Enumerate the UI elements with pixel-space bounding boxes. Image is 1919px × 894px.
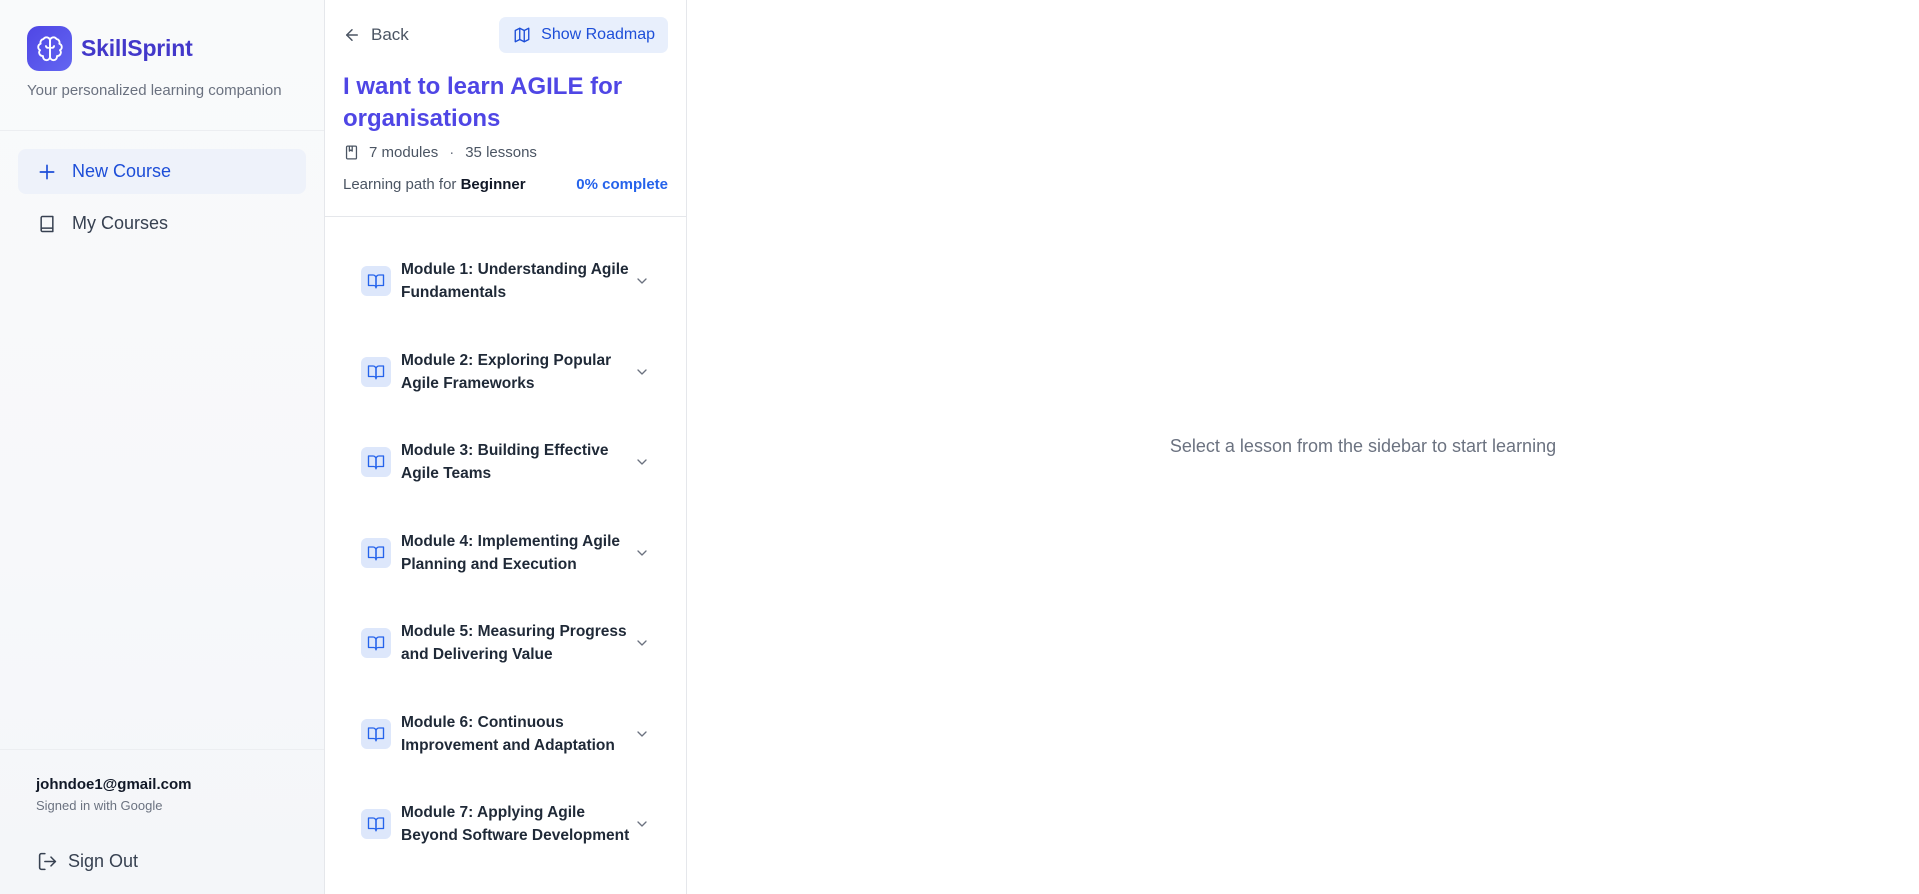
user-email: johndoe1@gmail.com [36,776,192,793]
book-open-icon [361,809,391,840]
nav-item-label: My Courses [72,213,169,233]
chevron-down-icon[interactable] [634,635,650,651]
meta-separator: · [449,144,455,161]
arrow-left-icon [343,26,361,44]
module-item[interactable]: Module 2: Exploring Popular Agile Framew… [325,327,686,418]
module-item[interactable]: Module 6: Continuous Improvement and Ada… [325,689,686,780]
course-header-actions: Back Show Roadmap [343,17,668,53]
book-open-icon [361,356,391,387]
learning-path: Learning path for Beginner [343,176,526,193]
module-title: Module 2: Exploring Popular Agile Framew… [401,351,612,392]
module-item[interactable]: Module 1: Understanding Agile Fundamenta… [325,236,686,327]
book-open-icon [361,266,391,297]
course-sidebar: Back Show Roadmap I want to learn AGILE … [325,0,687,894]
module-item[interactable]: Module 5: Measuring Progress and Deliver… [325,598,686,689]
chevron-down-icon[interactable] [634,726,650,742]
chevron-down-icon[interactable] [634,364,650,380]
brand-area: SkillSprint Your personalized learning c… [0,0,324,131]
progress-text: 0% complete [576,176,668,193]
user-card: johndoe1@gmail.com Signed in with Google [18,760,306,828]
brand-name: SkillSprint [81,35,193,61]
module-title: Module 3: Building Effective Agile Teams [401,442,609,483]
log-out-icon [36,850,58,872]
modules-count: 7 modules [369,144,439,161]
user-area: johndoe1@gmail.com Signed in with Google… [0,749,324,894]
brain-icon [27,26,72,71]
main-nav: New Course My Courses [0,131,324,246]
chevron-down-icon[interactable] [634,816,650,832]
book-open-icon [361,447,391,478]
path-level: Beginner [460,176,526,193]
module-title: Module 1: Understanding Agile Fundamenta… [401,261,629,302]
nav-item-my-courses[interactable]: My Courses [18,201,306,246]
app-sidebar: SkillSprint Your personalized learning c… [0,0,325,894]
book-open-icon [361,628,391,659]
learning-path-row: Learning path for Beginner 0% complete [343,176,668,193]
chevron-down-icon[interactable] [634,454,650,470]
plus-icon [36,161,58,183]
module-title: Module 7: Applying Agile Beyond Software… [401,804,630,845]
module-title: Module 6: Continuous Improvement and Ada… [401,713,615,754]
sign-out-button[interactable]: Sign Out [36,850,324,872]
module-item[interactable]: Module 7: Applying Agile Beyond Software… [325,779,686,870]
chevron-down-icon[interactable] [634,273,650,289]
show-roadmap-label: Show Roadmap [541,26,655,43]
back-button[interactable]: Back [343,17,409,53]
show-roadmap-button[interactable]: Show Roadmap [499,17,668,53]
lessons-count: 35 lessons [465,144,537,161]
notebook-icon [343,144,360,161]
chevron-down-icon[interactable] [634,545,650,561]
book-icon [36,213,58,235]
nav-item-label: New Course [72,161,172,181]
module-title: Module 5: Measuring Progress and Deliver… [401,623,627,664]
map-icon [513,26,531,44]
back-label: Back [371,25,409,44]
book-open-icon [361,718,391,749]
lesson-content-area: Select a lesson from the sidebar to star… [687,0,1919,894]
brand-row[interactable]: SkillSprint [27,26,324,71]
course-meta: 7 modules · 35 lessons [343,144,668,161]
module-list: Module 1: Understanding Agile Fundamenta… [325,217,686,870]
module-title: Module 4: Implementing Agile Planning an… [401,532,621,573]
path-prefix: Learning path for [343,176,457,193]
empty-state-message: Select a lesson from the sidebar to star… [1169,435,1557,456]
sign-out-label: Sign Out [68,850,139,871]
nav-item-new-course[interactable]: New Course [18,149,306,194]
user-provider: Signed in with Google [36,798,163,813]
course-title: I want to learn AGILE for organisations [343,73,623,132]
book-open-icon [361,537,391,568]
module-item[interactable]: Module 3: Building Effective Agile Teams [325,417,686,508]
module-item[interactable]: Module 4: Implementing Agile Planning an… [325,508,686,599]
course-header: Back Show Roadmap I want to learn AGILE … [325,0,686,217]
brand-tagline: Your personalized learning companion [27,82,282,99]
